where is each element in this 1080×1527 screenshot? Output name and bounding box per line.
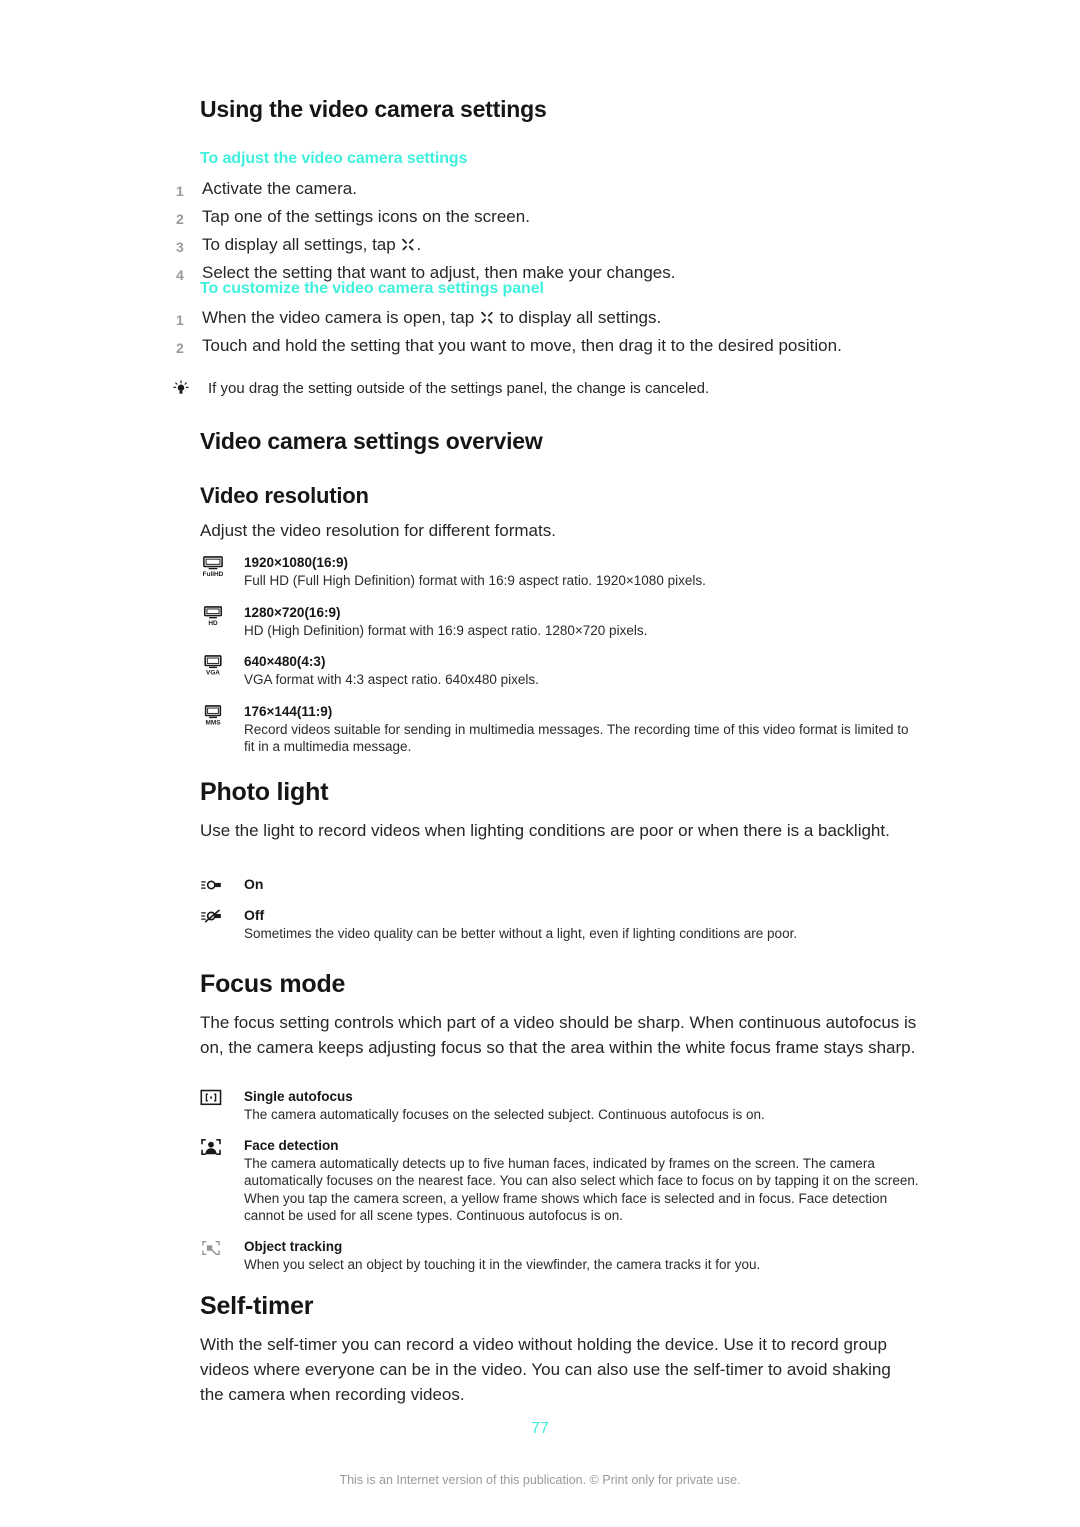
tip-callout: If you drag the setting outside of the s… [172,378,912,403]
focus-mode-intro: The focus setting controls which part of… [200,1013,917,1057]
option-desc: Sometimes the video quality can be bette… [244,926,798,941]
procedure-adjust-settings: 1 Activate the camera. 2 Tap one of the … [176,176,936,288]
option-title: On [244,876,264,892]
section-video-resolution: Video resolution Adjust the video resolu… [200,483,940,543]
lightbulb-icon [172,378,194,403]
option-title: Object tracking [244,1238,343,1254]
procedure-list: 1 When the video camera is open, tap to … [176,305,936,361]
video-resolution-intro: Adjust the video resolution for differen… [200,521,556,540]
list-item: 2 Tap one of the settings icons on the s… [176,204,936,232]
screen-mms-icon: MMS [200,703,244,727]
step-text: Touch and hold the setting that you want… [202,336,842,355]
step-text: Tap one of the settings icons on the scr… [202,207,530,226]
option-desc: HD (High Definition) format with 16:9 as… [244,622,648,638]
step-number: 4 [176,267,184,283]
focus-frame-icon [200,1088,244,1106]
tip-text: If you drag the setting outside of the s… [208,380,710,397]
section-using-settings: Using the video camera settings [200,96,940,123]
heading-video-resolution: Video resolution [200,483,369,508]
flash-on-icon [200,876,244,893]
svg-text:FullHD: FullHD [203,571,224,578]
flash-off-icon [200,907,244,924]
list-item: 2 Touch and hold the setting that you wa… [176,333,936,361]
list-item: 1 When the video camera is open, tap to … [176,305,936,333]
step-number: 1 [176,183,184,199]
svg-text:MMS: MMS [206,719,222,726]
svg-text:VGA: VGA [206,670,220,677]
heading-photo-light: Photo light [200,778,329,806]
option-title: 176×144(11:9) [244,703,333,719]
screen-hd-icon: HD [200,604,244,628]
section-focus-mode: Focus mode The focus setting controls wh… [200,970,940,1060]
option-title: 1280×720(16:9) [244,604,341,620]
screen-fullhd-icon: FullHD [200,554,244,578]
focus-mode-options: Single autofocus The camera automaticall… [200,1088,920,1273]
option-desc: The camera automatically detects up to f… [244,1155,919,1224]
object-tracking-icon [200,1238,244,1257]
option-title: Single autofocus [244,1089,353,1104]
settings-tool-icon [480,311,494,325]
option-title: 1920×1080(16:9) [244,555,348,570]
option-desc: The camera automatically focuses on the … [244,1107,765,1122]
list-item: Off Sometimes the video quality can be b… [200,907,920,943]
footer-note: This is an Internet version of this publ… [339,1473,741,1487]
screen-vga-icon: VGA [200,653,244,677]
option-title: 640×480(4:3) [244,654,326,669]
settings-tool-icon [401,238,415,252]
list-item: VGA 640×480(4:3) VGA format with 4:3 asp… [200,653,920,689]
heading-focus-mode: Focus mode [200,970,346,998]
step-number: 2 [176,211,184,227]
step-number: 3 [176,239,184,255]
list-item: Single autofocus The camera automaticall… [200,1088,920,1124]
subheading-adjust-settings: To adjust the video camera settings [200,150,468,167]
option-title: Off [244,907,265,923]
section-photo-light: Photo light Use the light to record vide… [200,778,940,843]
step-number: 2 [176,340,184,356]
photo-light-options: On Off Sometimes the video quality can b… [200,876,920,943]
section-self-timer: Self-timer With the self-timer you can r… [200,1292,900,1407]
manual-page: Using the video camera settings To adjus… [0,0,1080,1527]
option-desc: When you select an object by touching it… [244,1256,761,1272]
face-detection-icon [200,1137,244,1156]
list-item: Object tracking When you select an objec… [200,1238,920,1274]
list-item: Face detection The camera automatically … [200,1137,920,1225]
option-desc: VGA format with 4:3 aspect ratio. 640x48… [244,672,539,687]
option-title: Face detection [244,1137,339,1153]
subheading-customize-panel: To customize the video camera settings p… [200,280,544,297]
svg-text:HD: HD [208,620,218,627]
section-overview-heading: Video camera settings overview [200,428,543,454]
self-timer-intro: With the self-timer you can record a vid… [200,1335,891,1404]
option-desc: Record videos suitable for sending in mu… [244,721,909,755]
heading-self-timer: Self-timer [200,1292,314,1320]
step-number: 1 [176,312,184,328]
list-item: On [200,876,920,893]
list-item: FullHD 1920×1080(16:9) Full HD (Full Hig… [200,554,920,590]
list-item: HD 1280×720(16:9) HD (High Definition) f… [200,604,920,640]
option-desc: Full HD (Full High Definition) format wi… [244,573,706,588]
list-item: MMS 176×144(11:9) Record videos suitable… [200,703,920,756]
page-number: 77 [531,1420,549,1437]
step-text: Activate the camera. [202,179,357,198]
procedure-customize-panel: 1 When the video camera is open, tap to … [176,305,936,361]
list-item: 1 Activate the camera. [176,176,936,204]
step-text: To display all settings, tap . [202,235,422,254]
page-title: Using the video camera settings [200,96,547,122]
photo-light-intro: Use the light to record videos when ligh… [200,821,890,840]
procedure-list: 1 Activate the camera. 2 Tap one of the … [176,176,936,288]
step-text: When the video camera is open, tap to di… [202,308,662,327]
video-resolution-options: FullHD 1920×1080(16:9) Full HD (Full Hig… [200,554,920,756]
list-item: 3 To display all settings, tap . [176,232,936,260]
